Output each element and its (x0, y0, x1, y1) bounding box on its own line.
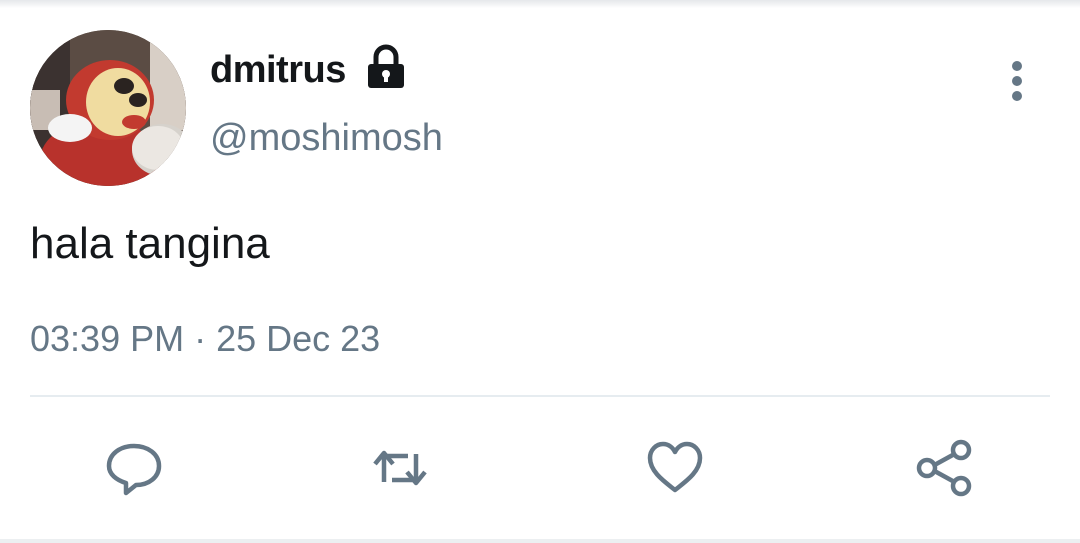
heart-icon (647, 441, 703, 493)
share-button[interactable] (914, 438, 974, 498)
avatar[interactable] (30, 30, 186, 186)
avatar-image (30, 30, 186, 186)
reply-button[interactable] (104, 438, 164, 498)
top-divider (0, 0, 1080, 8)
user-handle[interactable]: @moshimosh (210, 116, 443, 160)
display-name[interactable]: dmitrus (210, 48, 346, 92)
retweet-icon (373, 450, 427, 486)
share-icon (916, 439, 972, 497)
tweet-text: hala tangina (30, 219, 270, 268)
reply-icon (106, 443, 162, 496)
bottom-divider (0, 539, 1080, 543)
lock-icon (368, 44, 404, 88)
actions-divider (30, 395, 1050, 397)
tweet-timestamp[interactable]: 03:39 PM · 25 Dec 23 (30, 318, 380, 360)
retweet-button[interactable] (370, 438, 430, 498)
more-vertical-icon[interactable] (1002, 58, 1032, 104)
like-button[interactable] (645, 438, 705, 498)
